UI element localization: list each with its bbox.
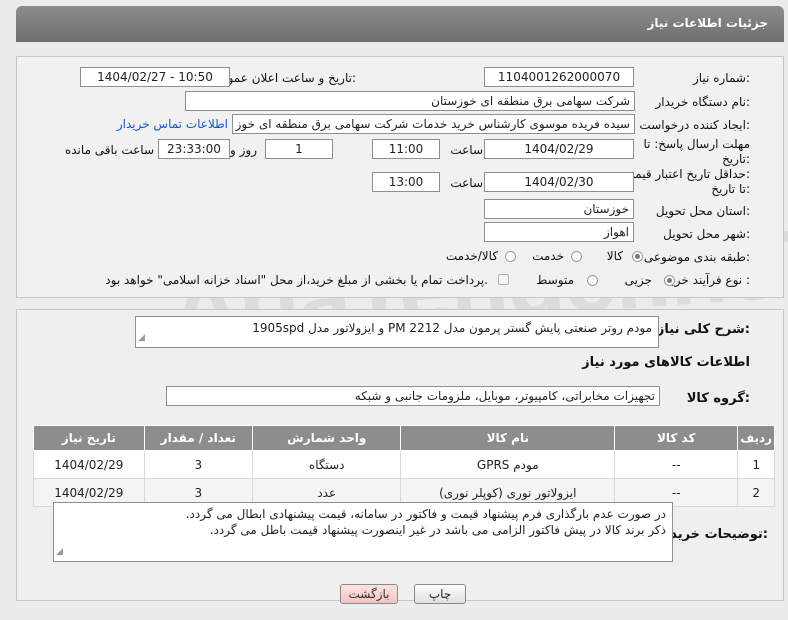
- creator-label: ایجاد کننده درخواست:: [639, 118, 750, 132]
- print-button[interactable]: چاپ: [414, 584, 466, 604]
- need-number-field: 1104001262000070: [484, 67, 634, 87]
- price-validity-label: حداقل تاریخ اعتبار قیمت:: [623, 167, 750, 181]
- price-validity-time-label: ساعت: [450, 176, 483, 190]
- reply-time-field: 11:00: [372, 139, 440, 159]
- resize-grip-icon: ◢: [56, 547, 63, 557]
- announce-datetime-label: تاریخ و ساعت اعلان عمومی:: [211, 71, 356, 85]
- col-date: تاریخ نیاز: [33, 425, 145, 451]
- city-field: اهواز: [484, 222, 634, 242]
- remaining-time-field: 23:33:00: [158, 139, 230, 159]
- buyer-notes-line-1: در صورت عدم بارگذاری فرم پیشنهاد قیمت و …: [185, 507, 666, 521]
- process-option-medium: متوسط: [536, 273, 574, 287]
- buyer-notes-line-2: ذکر برند کالا در پیش فاکتور الزامی می با…: [209, 523, 666, 537]
- cell-qty: 3: [143, 450, 254, 479]
- goods-table: ردیف کد کالا نام کالا واحد شمارش تعداد /…: [33, 425, 775, 507]
- price-validity-date-field: 1404/02/30: [484, 172, 634, 192]
- remaining-days-field: 1: [265, 139, 333, 159]
- price-validity-label-2: تا تاریخ:: [711, 182, 750, 196]
- description-label: شرح کلی نیاز:: [656, 322, 750, 337]
- cell-code: --: [614, 450, 739, 479]
- buyer-contact-link[interactable]: اطلاعات تماس خریدار: [117, 117, 228, 131]
- col-qty: تعداد / مقدار: [143, 425, 254, 451]
- reply-time-label: ساعت: [450, 143, 483, 157]
- buyer-org-field: شرکت سهامی برق منطقه ای خوزستان: [185, 91, 635, 111]
- category-radio-goods[interactable]: [632, 251, 643, 262]
- treasury-payment-checkbox[interactable]: [498, 274, 509, 285]
- reply-deadline-label-2: تاریخ:: [722, 152, 750, 166]
- category-radio-goods-service[interactable]: [505, 251, 516, 262]
- cell-unit: دستگاه: [252, 450, 402, 479]
- cell-date: 1404/02/29: [33, 450, 145, 479]
- process-radio-medium[interactable]: [587, 275, 598, 286]
- cell-row: 1: [737, 450, 775, 479]
- buyer-notes-textarea: در صورت عدم بارگذاری فرم پیشنهاد قیمت و …: [53, 502, 673, 562]
- col-unit: واحد شمارش: [252, 425, 402, 451]
- purchase-process-label: نوع فرآیند خرید :: [665, 273, 750, 287]
- description-textarea: مودم روتر صنعتی پایش گستر پرمون مدل PM 2…: [135, 316, 659, 348]
- treasury-payment-note: پرداخت تمام یا بخشی از مبلغ خرید،از محل …: [105, 273, 488, 287]
- province-field: خوزستان: [484, 199, 634, 219]
- back-button[interactable]: بازگشت: [340, 584, 398, 604]
- reply-deadline-label: مهلت ارسال پاسخ: تا: [643, 137, 750, 151]
- creator-field: سیده فریده موسوی کارشناس خرید خدمات شرکت…: [232, 114, 635, 134]
- category-option-goods-service: کالا/خدمت: [445, 249, 498, 263]
- remaining-time-label: ساعت باقی مانده: [64, 143, 154, 157]
- need-number-label: شماره نیاز:: [692, 71, 750, 85]
- category-option-service: خدمت: [532, 249, 564, 263]
- process-radio-minor[interactable]: [664, 275, 675, 286]
- category-option-goods: کالا: [606, 249, 623, 263]
- cell-name: مودم GPRS: [400, 450, 616, 479]
- announce-datetime-field: 1404/02/27 - 10:50: [80, 67, 230, 87]
- col-name: نام کالا: [400, 425, 616, 451]
- goods-info-title: اطلاعات کالاهای مورد نیاز: [582, 355, 750, 370]
- goods-group-field: تجهیزات مخابراتی، کامپیوتر، موبایل، ملزو…: [166, 386, 660, 406]
- description-text: مودم روتر صنعتی پایش گستر پرمون مدل PM 2…: [252, 321, 652, 335]
- cell-row: 2: [737, 478, 775, 507]
- price-validity-time-field: 13:00: [372, 172, 440, 192]
- buyer-org-label: نام دستگاه خریدار:: [655, 95, 751, 109]
- category-radio-service[interactable]: [571, 251, 582, 262]
- col-code: کد کالا: [614, 425, 739, 451]
- city-label: شهر محل تحویل:: [663, 227, 750, 241]
- reply-date-field: 1404/02/29: [484, 139, 634, 159]
- province-label: استان محل تحویل:: [655, 204, 750, 218]
- days-label: روز و: [230, 143, 257, 157]
- resize-grip-icon: ◢: [138, 333, 145, 343]
- goods-group-label: گروه کالا:: [686, 391, 750, 406]
- page-header: جزئیات اطلاعات نیاز: [16, 6, 784, 42]
- col-row: ردیف: [737, 425, 775, 451]
- table-row: 1 -- مودم GPRS دستگاه 3 1404/02/29: [33, 450, 775, 479]
- category-label: طبقه بندی موضوعی:: [643, 250, 750, 264]
- buyer-notes-label: توضیحات خریدار:: [658, 527, 768, 542]
- goods-table-header: ردیف کد کالا نام کالا واحد شمارش تعداد /…: [33, 425, 775, 451]
- page-title: جزئیات اطلاعات نیاز: [647, 16, 768, 30]
- process-option-minor: جزیی: [624, 273, 652, 287]
